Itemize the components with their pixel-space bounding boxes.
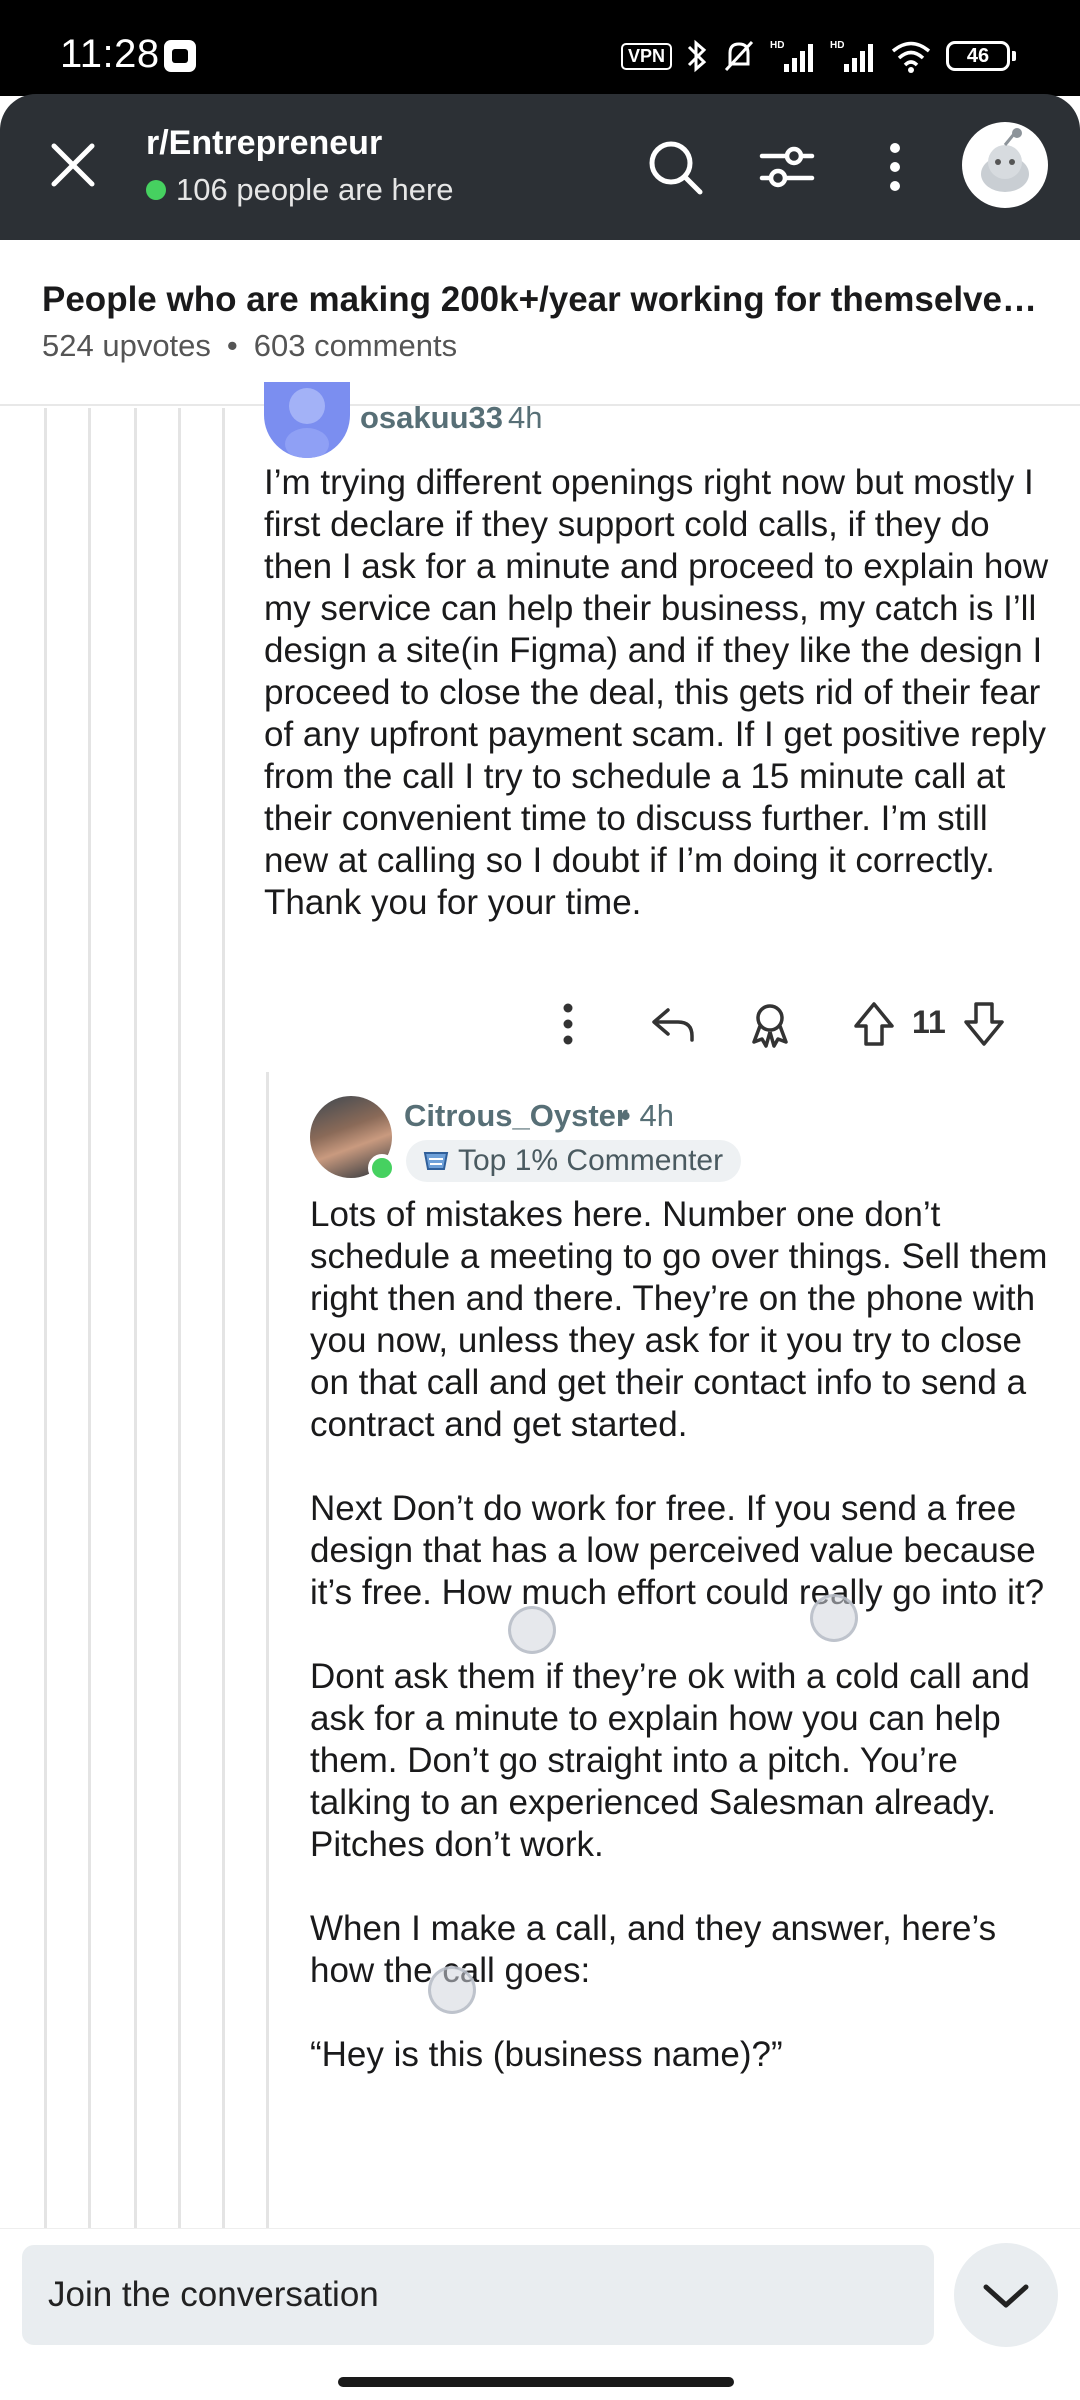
award-icon[interactable] bbox=[742, 996, 798, 1052]
comment-body: I’m trying different openings right now … bbox=[264, 463, 1049, 922]
comment-paragraph: Dont ask them if they’re ok with a cold … bbox=[310, 1657, 1030, 1864]
touch-indicator bbox=[428, 1966, 476, 2014]
comment-username[interactable]: Citrous_Oyster bbox=[404, 1098, 628, 1134]
status-time: 11:28 bbox=[60, 32, 160, 76]
comment-body: Lots of mistakes here. Number one don’t … bbox=[310, 1194, 1050, 2118]
more-options-icon[interactable] bbox=[862, 134, 928, 200]
battery-icon: 46 bbox=[946, 41, 1016, 71]
comment-username[interactable]: osakuu33 bbox=[360, 400, 503, 436]
upvote-count: 524 upvotes bbox=[42, 328, 211, 363]
thread-line[interactable] bbox=[266, 1072, 269, 2232]
commenter-avatar[interactable] bbox=[264, 382, 350, 458]
vpn-icon: VPN bbox=[620, 42, 672, 70]
snoo-avatar-icon bbox=[285, 388, 329, 458]
collapse-button[interactable] bbox=[954, 2243, 1058, 2347]
app-notification-icon bbox=[164, 40, 196, 72]
comment-timestamp: • 4h bbox=[620, 1098, 674, 1133]
status-icons: VPN HD HD 46 bbox=[620, 36, 1016, 76]
upvote-icon[interactable] bbox=[846, 996, 902, 1052]
bottom-bar: Join the conversation bbox=[0, 2228, 1080, 2400]
search-icon[interactable] bbox=[642, 134, 708, 200]
post-meta: 524 upvotes • 603 comments bbox=[42, 328, 457, 364]
thread-line[interactable] bbox=[44, 408, 47, 2228]
home-indicator[interactable] bbox=[338, 2377, 734, 2387]
reply-icon[interactable] bbox=[646, 996, 702, 1052]
comment-paragraph: “Hey is this (business name)?” bbox=[310, 2035, 783, 2074]
post-title[interactable]: People who are making 200k+/year working… bbox=[42, 280, 1042, 320]
comment-paragraph: When I make a call, and they answer, her… bbox=[310, 1909, 997, 1990]
comment-timestamp: 4h bbox=[508, 400, 543, 435]
app-header: r/Entrepreneur 106 people are here bbox=[0, 94, 1080, 240]
thread-line[interactable] bbox=[134, 408, 137, 2228]
close-icon[interactable] bbox=[40, 132, 106, 198]
signal-hd-icon: HD bbox=[770, 40, 813, 72]
comment-paragraph: Lots of mistakes here. Number one don’t … bbox=[310, 1195, 1048, 1444]
thread-line[interactable] bbox=[88, 408, 91, 2228]
comment-paragraph: Next Don’t do work for free. If you send… bbox=[310, 1489, 1045, 1612]
user-avatar[interactable] bbox=[962, 122, 1048, 208]
subreddit-name[interactable]: r/Entrepreneur bbox=[146, 124, 382, 163]
online-text: 106 people are here bbox=[176, 172, 454, 207]
signal-hd-icon-2: HD bbox=[830, 40, 873, 72]
badge-label: Top 1% Commenter bbox=[458, 1144, 724, 1177]
snoo-avatar-icon bbox=[981, 128, 1029, 192]
online-dot-icon bbox=[146, 180, 166, 200]
status-bar: 11:28 VPN HD HD 46 bbox=[0, 0, 1080, 96]
svg-text:HD: HD bbox=[830, 40, 844, 51]
online-count: 106 people are here bbox=[146, 172, 454, 208]
chevron-down-icon bbox=[983, 2284, 1029, 2308]
thread-line[interactable] bbox=[222, 408, 225, 2228]
touch-indicator bbox=[508, 1606, 556, 1654]
post-header[interactable]: People who are making 200k+/year working… bbox=[0, 240, 1080, 406]
touch-indicator bbox=[810, 1594, 858, 1642]
downvote-icon[interactable] bbox=[956, 996, 1012, 1052]
mute-bell-icon bbox=[724, 40, 754, 72]
comment-vote-count: 11 bbox=[912, 1004, 946, 1040]
online-status-dot bbox=[368, 1154, 396, 1182]
bluetooth-icon bbox=[687, 39, 707, 73]
meta-separator: • bbox=[226, 328, 238, 363]
wifi-icon bbox=[891, 41, 931, 73]
join-conversation-input[interactable]: Join the conversation bbox=[22, 2245, 934, 2345]
comment-count: 603 comments bbox=[253, 328, 458, 363]
more-options-icon[interactable] bbox=[540, 996, 596, 1052]
badge-icon bbox=[423, 1152, 449, 1170]
svg-text:HD: HD bbox=[770, 40, 784, 51]
top-commenter-badge[interactable]: Top 1% Commenter bbox=[406, 1140, 742, 1182]
sort-filter-icon[interactable] bbox=[754, 134, 820, 200]
thread-line[interactable] bbox=[178, 408, 181, 2228]
